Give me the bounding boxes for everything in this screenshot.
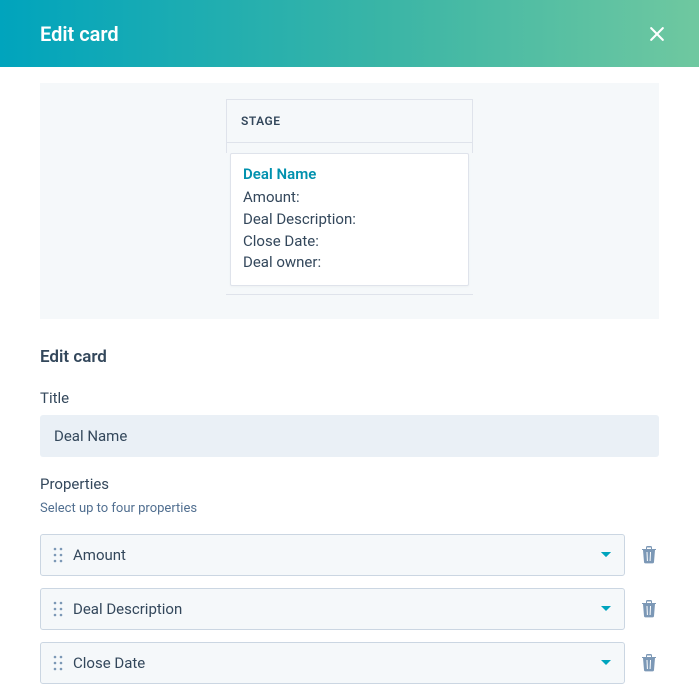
chevron-down-icon [600,659,612,667]
delete-property-button[interactable] [639,600,659,618]
preview-line: Amount: [243,187,456,209]
trash-icon [641,654,657,672]
preview-line: Deal Description: [243,209,456,231]
properties-label: Properties [40,475,659,493]
stage-body: Deal Name Amount: Deal Description: Clos… [226,143,473,295]
section-heading: Edit card [40,347,659,367]
close-button[interactable] [643,20,671,48]
modal-header: Edit card [0,0,699,67]
drag-handle-icon[interactable] [53,547,63,563]
property-select-close-date[interactable]: Close Date [40,642,625,684]
preview-line: Deal owner: [243,252,456,274]
property-select-text: Close Date [73,654,600,672]
property-row: Close Date [40,642,659,684]
property-row: Deal Description [40,588,659,630]
property-select-text: Deal Description [73,600,600,618]
drag-handle-icon[interactable] [53,601,63,617]
title-value: Deal Name [40,415,659,457]
preview-card-title: Deal Name [243,165,456,183]
preview-column: STAGE Deal Name Amount: Deal Description… [226,99,473,295]
property-select-text: Amount [73,546,600,564]
property-select-amount[interactable]: Amount [40,534,625,576]
property-row: Amount [40,534,659,576]
properties-hint: Select up to four properties [40,501,659,516]
property-select-deal-description[interactable]: Deal Description [40,588,625,630]
deal-card-preview: Deal Name Amount: Deal Description: Clos… [230,153,469,286]
close-icon [647,24,667,44]
delete-property-button[interactable] [639,546,659,564]
trash-icon [641,600,657,618]
properties-block: Properties Select up to four properties … [40,475,659,684]
chevron-down-icon [600,605,612,613]
delete-property-button[interactable] [639,654,659,672]
title-label: Title [40,389,659,407]
stage-gap [226,143,473,153]
stage-header: STAGE [226,99,473,143]
trash-icon [641,546,657,564]
card-preview-area: STAGE Deal Name Amount: Deal Description… [40,83,659,319]
title-field-block: Title Deal Name [40,389,659,457]
modal-body: STAGE Deal Name Amount: Deal Description… [0,83,699,684]
chevron-down-icon [600,551,612,559]
preview-line: Close Date: [243,231,456,253]
modal-title: Edit card [40,22,119,46]
drag-handle-icon[interactable] [53,655,63,671]
